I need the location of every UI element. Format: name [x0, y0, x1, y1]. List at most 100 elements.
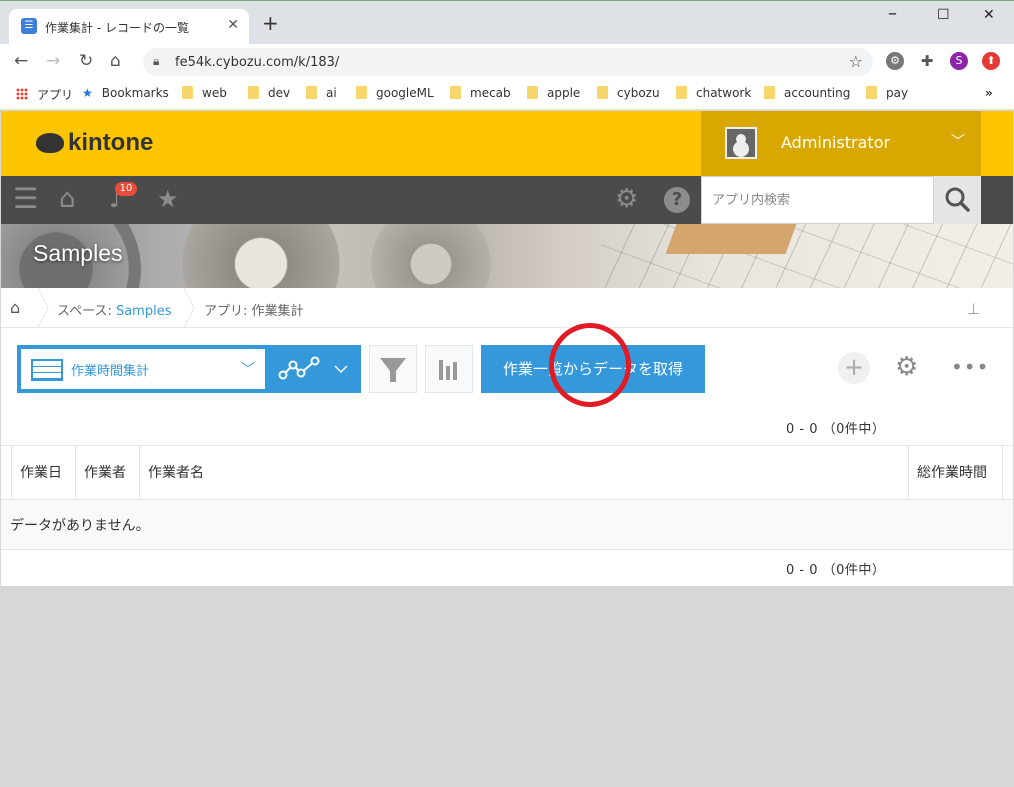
- apps-grid-icon: [16, 88, 28, 100]
- app-settings-icon[interactable]: ⚙: [895, 352, 918, 382]
- banner-wood-image: [665, 224, 797, 254]
- column-header[interactable]: 作業者名: [140, 446, 909, 500]
- global-nav: ☰ ⌂ ♪ 10 ★ ⚙ ?: [1, 176, 1013, 224]
- tab-title: 作業集計 - レコードの一覧: [45, 21, 189, 35]
- avatar: [725, 127, 757, 159]
- notification-badge: 10: [115, 182, 137, 196]
- star-icon: ★: [82, 86, 93, 100]
- bar-chart-icon: [439, 360, 457, 380]
- bookmark-folder[interactable]: ai: [306, 86, 337, 100]
- address-bar[interactable]: 🔒︎ fe54k.cybozu.com/k/183/ ☆: [143, 48, 873, 76]
- search-button[interactable]: [934, 176, 981, 224]
- pin-icon[interactable]: ⊥: [967, 300, 980, 318]
- folder-icon: [248, 86, 259, 99]
- bookmark-folder[interactable]: accounting: [764, 86, 850, 100]
- pager-top: 0 - 0 （0件中）: [786, 422, 886, 437]
- column-header[interactable]: 作業者: [76, 446, 140, 500]
- star-icon[interactable]: ★: [157, 186, 179, 212]
- extensions-puzzle-icon[interactable]: ✚: [918, 52, 936, 70]
- filter-icon: [380, 358, 406, 382]
- banner-gear-image: [361, 224, 501, 288]
- chevron-down-icon: ﹀: [951, 134, 965, 150]
- annotation-circle: [549, 323, 631, 407]
- reload-icon[interactable]: ↻: [79, 51, 93, 71]
- more-options-icon[interactable]: •••: [951, 352, 989, 382]
- column-header[interactable]: 作業日: [11, 446, 76, 500]
- gear-icon[interactable]: ⚙: [615, 186, 638, 212]
- lock-icon: 🔒︎: [153, 54, 160, 68]
- extension-gear-icon[interactable]: ⚙: [886, 52, 904, 70]
- bookmark-folder[interactable]: apple: [527, 86, 580, 100]
- banner-gear-image: [161, 224, 361, 288]
- breadcrumb-separator: [183, 288, 195, 328]
- folder-icon: [764, 86, 775, 99]
- new-tab-button[interactable]: +: [262, 13, 279, 33]
- bookmark-folder[interactable]: dev: [248, 86, 290, 100]
- folder-icon: [182, 86, 193, 99]
- space-banner: Samples: [1, 224, 1013, 288]
- bookmarks-bar: アプリ ★ Bookmarks web dev ai googleML mecab…: [0, 78, 1014, 110]
- bookmark-folder[interactable]: mecab: [450, 86, 511, 100]
- folder-icon: [306, 86, 317, 99]
- menu-icon[interactable]: ☰: [13, 185, 38, 213]
- graph-selector[interactable]: [269, 345, 361, 393]
- update-icon[interactable]: ⬆: [982, 52, 1000, 70]
- profile-avatar[interactable]: S: [950, 52, 968, 70]
- bookmark-folder[interactable]: web: [182, 86, 227, 100]
- folder-icon: [356, 86, 367, 99]
- home-icon[interactable]: ⌂: [10, 298, 20, 317]
- breadcrumb: ⌂ スペース: Samples アプリ: 作業集計 ⊥: [1, 288, 1013, 328]
- table-header: 作業日 作業者 作業者名 総作業時間: [1, 445, 1013, 500]
- url-text: fe54k.cybozu.com/k/183/: [175, 55, 340, 70]
- close-icon[interactable]: ✕: [227, 17, 239, 33]
- space-title: Samples: [33, 240, 123, 266]
- bookmark-folder[interactable]: pay: [866, 86, 908, 100]
- folder-icon: [676, 86, 687, 99]
- bookmark-star-icon[interactable]: ☆: [849, 52, 863, 71]
- bookmark-folder[interactable]: cybozu: [597, 86, 660, 100]
- folder-icon: [450, 86, 461, 99]
- bookmark-apps[interactable]: アプリ: [16, 86, 73, 103]
- bookmark-folder[interactable]: googleML: [356, 86, 434, 100]
- graph-button[interactable]: [425, 345, 473, 393]
- help-icon[interactable]: ?: [664, 187, 690, 213]
- banner-blueprint-image: [601, 224, 1013, 288]
- kintone-favicon-icon: ☰: [21, 18, 37, 34]
- chevron-down-icon: ﹀: [241, 362, 255, 378]
- home-icon[interactable]: ⌂: [110, 51, 121, 71]
- browser-tabstrip: ☰ 作業集計 - レコードの一覧 ✕ + – ☐ ✕: [0, 0, 1014, 45]
- cloud-logo-icon: [36, 133, 64, 153]
- view-name: 作業時間集計: [71, 364, 150, 379]
- empty-message: データがありません。: [10, 518, 150, 534]
- forward-icon[interactable]: →: [46, 51, 60, 71]
- bookmarks-overflow-icon[interactable]: »: [985, 86, 993, 100]
- kintone-logo[interactable]: kintone: [36, 129, 153, 157]
- search-icon: [945, 187, 970, 212]
- folder-icon: [527, 86, 538, 99]
- breadcrumb-space[interactable]: スペース: Samples: [57, 300, 171, 319]
- bookmark-folder[interactable]: chatwork: [676, 86, 751, 100]
- folder-icon: [866, 86, 877, 99]
- user-menu[interactable]: Administrator ﹀: [701, 111, 981, 176]
- browser-tab[interactable]: ☰ 作業集計 - レコードの一覧 ✕: [9, 9, 249, 45]
- breadcrumb-separator: [37, 288, 49, 328]
- back-icon[interactable]: ←: [14, 51, 28, 71]
- home-icon[interactable]: ⌂: [59, 186, 76, 212]
- user-name: Administrator: [781, 133, 891, 152]
- column-header[interactable]: 総作業時間: [909, 446, 1003, 500]
- maximize-button[interactable]: ☐: [937, 7, 950, 23]
- table-view-icon: [31, 359, 63, 381]
- filter-button[interactable]: [369, 345, 417, 393]
- bookmark-bookmarks[interactable]: ★ Bookmarks: [82, 86, 169, 100]
- kintone-header: kintone Administrator ﹀: [1, 111, 1013, 176]
- window-close-button[interactable]: ✕: [983, 7, 995, 23]
- app-search-input[interactable]: [701, 176, 934, 224]
- breadcrumb-app: アプリ: 作業集計: [204, 304, 304, 319]
- view-selector[interactable]: 作業時間集計 ﹀: [17, 345, 269, 393]
- folder-icon: [597, 86, 608, 99]
- line-chart-icon: [278, 356, 348, 380]
- minimize-button[interactable]: –: [888, 3, 897, 24]
- add-record-button[interactable]: +: [838, 352, 870, 384]
- browser-toolbar: ← → ↻ ⌂ 🔒︎ fe54k.cybozu.com/k/183/ ☆ ⚙ ✚…: [0, 44, 1014, 78]
- pager-bottom: 0 - 0 （0件中）: [786, 563, 886, 578]
